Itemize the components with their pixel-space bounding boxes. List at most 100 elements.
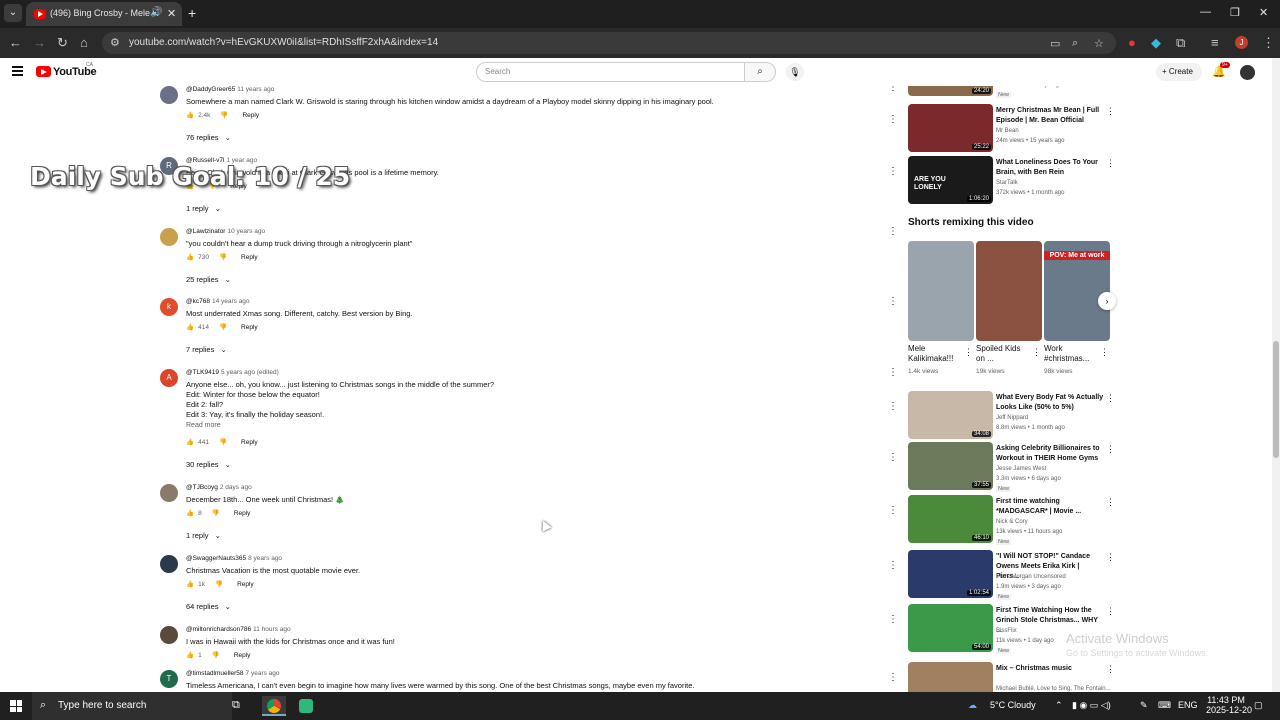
more-options-icon[interactable]: ⋮ <box>888 672 898 683</box>
reply-button[interactable]: Reply <box>234 652 251 659</box>
video-title[interactable]: First time watching *MADGASCAR* | Movie … <box>996 497 1104 517</box>
close-tab-icon[interactable]: ✕ <box>167 7 176 20</box>
reply-button[interactable]: Reply <box>242 112 259 119</box>
video-thumbnail[interactable]: 54:00 <box>908 604 993 652</box>
short-thumbnail[interactable] <box>976 241 1042 341</box>
tab-list-icon[interactable]: ⌄ <box>4 4 22 22</box>
dislike-icon[interactable]: 👎 <box>215 581 223 588</box>
channel-name[interactable]: Piers Morgan Uncensored <box>996 574 1066 580</box>
comment-author[interactable]: @TLK9419 <box>186 369 219 376</box>
comment-avatar[interactable]: k <box>160 298 178 316</box>
more-options-icon[interactable]: ⋮ <box>888 166 898 177</box>
reply-button[interactable]: Reply <box>234 510 251 517</box>
video-thumbnail[interactable]: ARE YOU LONELY 1:06:20 <box>908 156 993 204</box>
dislike-icon[interactable]: 👎 <box>219 254 227 261</box>
extension-red-icon[interactable]: ● <box>1128 35 1136 50</box>
channel-name[interactable]: Jesse James West <box>996 466 1046 472</box>
speaker-icon[interactable]: 🔊 <box>150 7 162 18</box>
home-icon[interactable]: ⌂ <box>80 35 88 50</box>
video-menu-icon[interactable]: ⋮ <box>1106 552 1115 563</box>
short-title[interactable]: Mele Kalikimaka!!! <box>908 344 960 364</box>
video-item[interactable]: 37:55 Asking Celebrity Billionaires to Wo… <box>908 442 1118 492</box>
browser-tab[interactable]: (496) Bing Crosby - Mele K 🔊 ✕ <box>26 2 182 26</box>
taskbar-search-box[interactable]: ⌕ Type here to search <box>32 692 232 720</box>
replies-toggle[interactable]: 76 replies ⌄ <box>186 133 231 142</box>
restore-icon[interactable]: ❐ <box>1230 6 1240 19</box>
site-info-icon[interactable]: ⚙ <box>110 36 120 49</box>
video-title[interactable]: What Loneliness Does To Your Brain, with… <box>996 158 1104 178</box>
clock[interactable]: 11:43 PM 2025-12-20 <box>1206 695 1252 715</box>
comment-avatar[interactable] <box>160 626 178 644</box>
like-icon[interactable]: 👍 <box>186 324 194 331</box>
comment-timestamp[interactable]: 2 days ago <box>220 484 252 491</box>
reload-icon[interactable]: ↻ <box>57 35 68 51</box>
like-icon[interactable]: 👍 <box>186 510 194 517</box>
video-item[interactable]: 46:10 First time watching *MADGASCAR* | M… <box>908 495 1118 545</box>
channel-name[interactable]: Mr Bean <box>996 128 1019 134</box>
comment-timestamp[interactable]: 10 years ago <box>227 228 265 235</box>
reply-button[interactable]: Reply <box>241 439 258 446</box>
reply-button[interactable]: Reply <box>241 324 258 331</box>
video-thumbnail[interactable]: 1:02:54 <box>908 550 993 598</box>
close-window-icon[interactable]: ✕ <box>1259 6 1268 19</box>
short-menu-icon[interactable]: ⋮ <box>1032 347 1041 358</box>
comment-timestamp[interactable]: 8 years ago <box>248 555 282 562</box>
browser-menu-icon[interactable]: ⋮ <box>1262 35 1275 51</box>
search-input[interactable]: Search <box>476 62 745 82</box>
extension-teal-icon[interactable]: ◆ <box>1151 35 1161 51</box>
video-menu-icon[interactable]: ⋮ <box>1106 106 1115 117</box>
read-more-link[interactable]: Read more <box>186 422 221 429</box>
replies-toggle[interactable]: 64 replies ⌄ <box>186 602 231 611</box>
more-options-icon[interactable]: ⋮ <box>888 560 898 571</box>
comment-author[interactable]: @Lawlzinator <box>186 228 225 235</box>
comment-author[interactable]: @kc768 <box>186 298 210 305</box>
video-item-partial[interactable]: 24:20 41.6k views • 2 days ago New <box>908 86 1118 98</box>
comment-avatar[interactable]: A <box>160 369 178 387</box>
video-item[interactable]: ARE YOU LONELY 1:06:20 What Loneliness Doe… <box>908 156 1118 204</box>
comment-avatar[interactable] <box>160 228 178 246</box>
video-menu-icon[interactable]: ⋮ <box>1106 393 1115 404</box>
video-thumbnail[interactable] <box>908 662 993 692</box>
tray-icons[interactable]: ▮ ◉ ▭ ◁) <box>1072 700 1111 711</box>
weather-text[interactable]: 5°C Cloudy <box>990 700 1036 710</box>
comment-avatar[interactable] <box>160 86 178 104</box>
pen-icon[interactable]: ✎ <box>1140 700 1148 711</box>
replies-toggle[interactable]: 7 replies ⌄ <box>186 345 227 354</box>
video-title[interactable]: Merry Christmas Mr Bean | Full Episode |… <box>996 106 1104 126</box>
more-options-icon[interactable]: ⋮ <box>888 86 898 93</box>
more-options-icon[interactable]: ⋮ <box>888 367 898 378</box>
short-menu-icon[interactable]: ⋮ <box>1100 347 1109 358</box>
dislike-icon[interactable]: 👎 <box>220 112 228 119</box>
reply-button[interactable]: Reply <box>237 581 254 588</box>
like-icon[interactable]: 👍 <box>186 112 194 119</box>
short-menu-icon[interactable]: ⋮ <box>964 347 973 358</box>
video-item[interactable]: Mix – Christmas music Michael Bublé, Love… <box>908 662 1118 692</box>
channel-name[interactable]: Nick & Cory <box>996 519 1028 525</box>
comment-author[interactable]: @SwaggerNauts365 <box>186 555 246 562</box>
zoom-icon[interactable]: ⌕ <box>1072 37 1078 50</box>
chrome-taskbar-icon[interactable] <box>262 696 286 716</box>
comment-timestamp[interactable]: 7 years ago <box>246 670 280 677</box>
minimize-icon[interactable]: — <box>1200 6 1211 18</box>
comment-timestamp[interactable]: 14 years ago <box>212 298 250 305</box>
dislike-icon[interactable]: 👎 <box>212 652 220 659</box>
more-options-icon[interactable]: ⋮ <box>888 114 898 125</box>
new-tab-icon[interactable]: + <box>188 5 196 21</box>
replies-toggle[interactable]: 1 reply ⌄ <box>186 204 221 213</box>
dislike-icon[interactable]: 👎 <box>219 439 227 446</box>
address-bar[interactable]: ⚙ youtube.com/watch?v=hEvGKUXW0iI&list=R… <box>102 32 1116 54</box>
comment-author[interactable]: @timstadlmueller58 <box>186 670 244 677</box>
tab-search-icon[interactable]: ≡ <box>1211 35 1219 50</box>
keyboard-icon[interactable]: ⌨ <box>1158 700 1171 711</box>
search-button[interactable]: ⌕ <box>744 62 776 82</box>
video-item[interactable]: 25:22 Merry Christmas Mr Bean | Full Epis… <box>908 104 1118 152</box>
comment-timestamp[interactable]: 11 years ago <box>237 86 274 93</box>
channel-name[interactable]: Jeff Nippard <box>996 415 1028 421</box>
next-arrow-icon[interactable]: › <box>1098 292 1116 310</box>
create-button[interactable]: + Create <box>1156 63 1202 81</box>
comment-author[interactable]: @TJBcoyg <box>186 484 218 491</box>
video-thumbnail[interactable]: 34:08 <box>908 391 993 439</box>
video-menu-icon[interactable]: ⋮ <box>1106 158 1115 169</box>
back-icon[interactable]: ← <box>9 35 22 50</box>
short-thumbnail[interactable] <box>908 241 974 341</box>
